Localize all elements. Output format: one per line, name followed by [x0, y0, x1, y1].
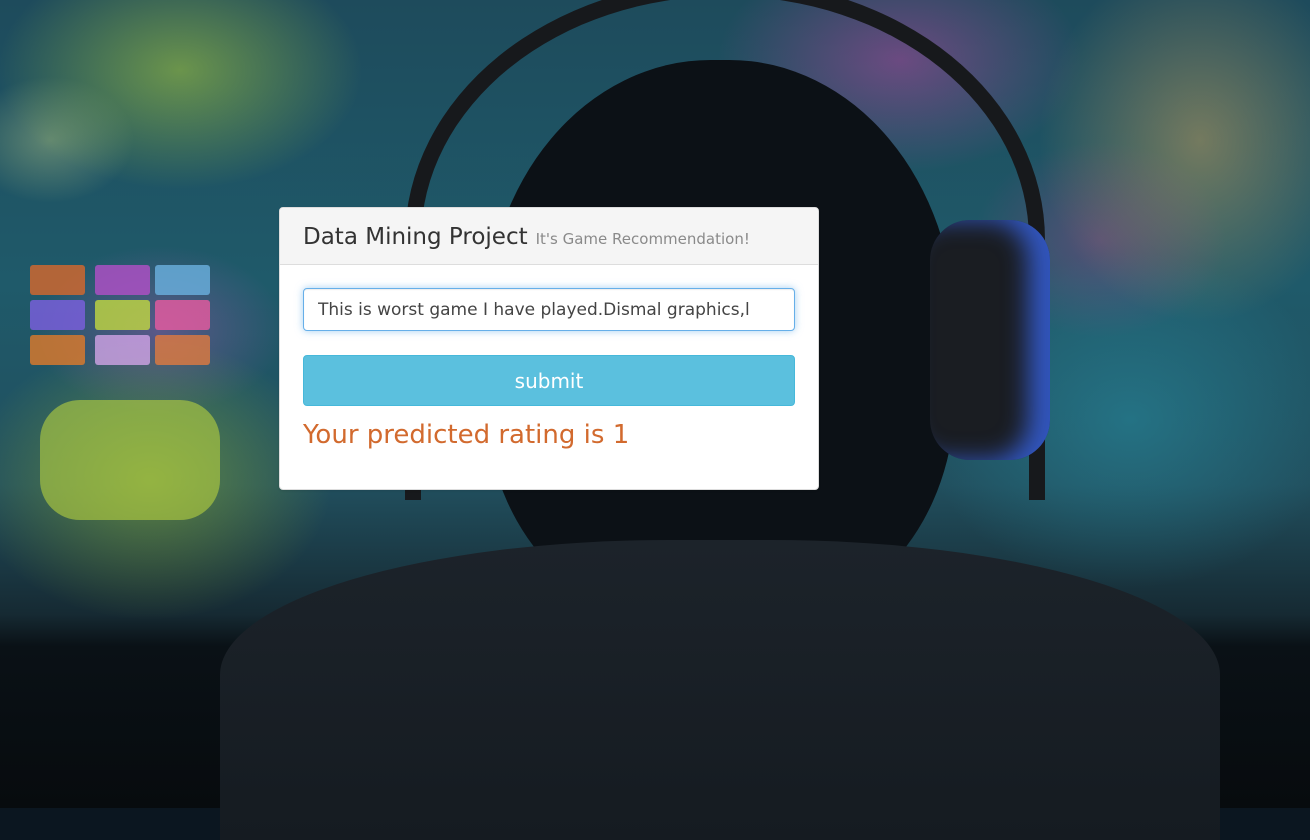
background-tile: [30, 265, 85, 295]
background-tile: [95, 335, 150, 365]
headphone-earcup: [930, 220, 1050, 460]
background-tile: [30, 300, 85, 330]
panel-body: submit Your predicted rating is 1: [280, 265, 818, 450]
background-tile: [155, 265, 210, 295]
prediction-panel: Data Mining Project It's Game Recommenda…: [279, 207, 819, 490]
predicted-rating-text: Your predicted rating is 1: [303, 420, 630, 450]
background-tile: [95, 300, 150, 330]
submit-button[interactable]: submit: [303, 355, 795, 406]
panel-heading: Data Mining Project It's Game Recommenda…: [280, 208, 818, 265]
background-tile: [40, 400, 220, 520]
background-tile: [155, 335, 210, 365]
background-tile: [30, 335, 85, 365]
panel-title: Data Mining Project: [303, 224, 528, 250]
review-input[interactable]: [303, 288, 795, 331]
background-tile: [95, 265, 150, 295]
person-shoulders: [220, 540, 1220, 840]
panel-subtitle: It's Game Recommendation!: [535, 230, 750, 248]
background-tile: [155, 300, 210, 330]
